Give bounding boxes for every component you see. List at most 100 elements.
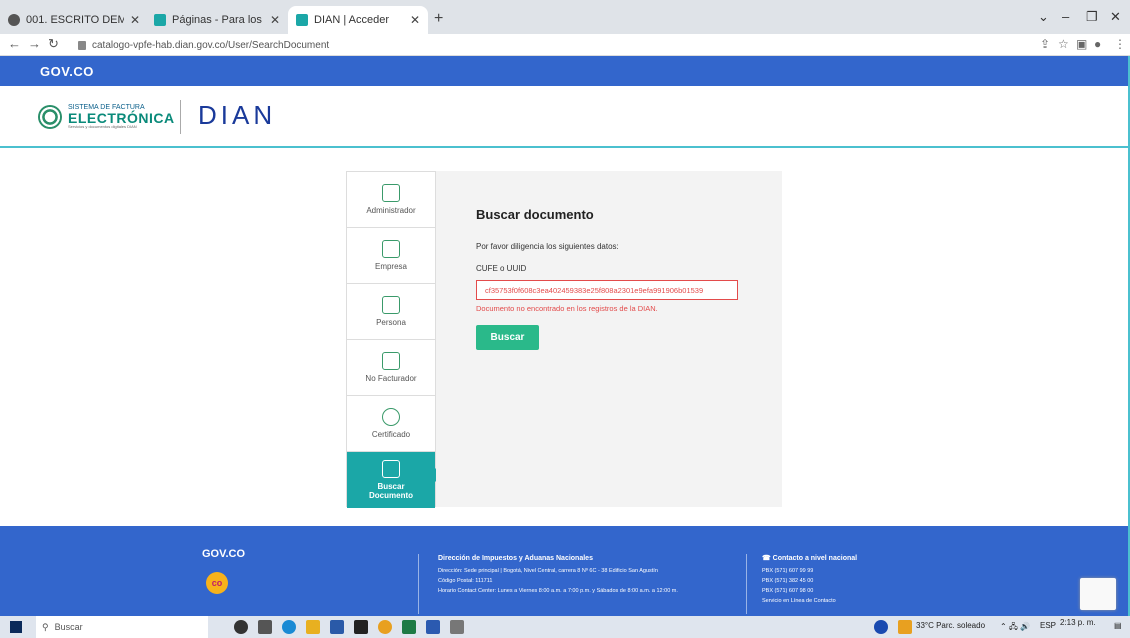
document-search-icon <box>382 460 400 478</box>
person-icon <box>382 296 400 314</box>
weather-text[interactable]: 33°C Parc. soleado <box>916 621 985 630</box>
browser-tab-compradores[interactable]: Páginas - Para los compradores ✕ <box>146 6 288 34</box>
notifications-icon[interactable]: ▤ <box>1114 621 1122 630</box>
excel-icon[interactable] <box>402 620 416 634</box>
page-title: Buscar documento <box>476 207 594 222</box>
logo-line2: ELECTRÓNICA <box>68 110 175 126</box>
menu-item-label: Buscar Documento <box>369 482 413 500</box>
menu-item-persona[interactable]: Persona <box>347 284 435 340</box>
no-invoicer-icon <box>382 352 400 370</box>
close-icon[interactable]: ✕ <box>130 13 140 27</box>
site-icon <box>296 14 308 26</box>
language-indicator[interactable]: ESP <box>1040 621 1056 630</box>
profile-icon[interactable]: ● <box>1094 37 1101 51</box>
word-icon[interactable] <box>426 620 440 634</box>
clock[interactable]: 2:13 p. m. <box>1060 618 1096 627</box>
footer-entity-info: Dirección de Impuestos y Aduanas Naciona… <box>438 554 728 596</box>
close-icon[interactable]: ✕ <box>410 13 420 27</box>
windows-start-icon[interactable] <box>10 621 22 633</box>
brand-header: SISTEMA DE FACTURA ELECTRÓNICA Servicios… <box>0 86 1128 148</box>
back-icon[interactable]: ← <box>8 36 21 51</box>
browser-tab-pdf[interactable]: 001. ESCRITO DEMANDA.pdf ✕ <box>0 6 148 34</box>
footer-postal: Código Postal: 111711 <box>438 578 493 584</box>
site-icon <box>154 14 166 26</box>
cufe-input[interactable] <box>476 280 738 300</box>
sidepanel-icon[interactable]: ▣ <box>1076 37 1087 51</box>
gov-header: GOV.CO <box>0 56 1128 86</box>
side-menu: Administrador Empresa Persona No Factura… <box>346 171 436 508</box>
maximize-button[interactable]: ❐ <box>1086 9 1098 25</box>
tab-title: DIAN | Acceder <box>314 14 389 26</box>
menu-item-label: No Facturador <box>365 374 417 383</box>
instructions-text: Por favor diligencia los siguientes dato… <box>476 242 619 251</box>
menu-item-empresa[interactable]: Empresa <box>347 228 435 284</box>
minimize-button[interactable]: – <box>1062 9 1069 24</box>
help-icon[interactable] <box>874 620 888 634</box>
footer-gov-logo[interactable]: GOV.CO <box>202 548 245 560</box>
share-icon[interactable]: ⇪ <box>1040 37 1050 51</box>
url-text: catalogo-vpfe-hab.dian.gov.co/User/Searc… <box>92 39 330 51</box>
new-tab-button[interactable]: + <box>434 10 443 28</box>
sistema-factura-logo[interactable]: SISTEMA DE FACTURA ELECTRÓNICA Servicios… <box>38 104 175 129</box>
chrome-icon[interactable] <box>378 620 392 634</box>
footer-address: Dirección: Sede principal | Bogotá, Nive… <box>438 568 658 574</box>
cufe-label: CUFE o UUID <box>476 264 527 273</box>
tab-title: 001. ESCRITO DEMANDA.pdf <box>26 14 124 26</box>
taskbar-search[interactable]: ⚲ Buscar <box>36 616 208 638</box>
weather-icon <box>898 620 912 634</box>
recaptcha-badge[interactable] <box>1080 578 1116 610</box>
store-icon[interactable] <box>330 620 344 634</box>
windows-taskbar: ⚲ Buscar 33°C Parc. soleado ⌃ 🖧 🔊 ESP 2:… <box>0 616 1130 638</box>
close-window-button[interactable]: ✕ <box>1110 9 1121 25</box>
gov-logo[interactable]: GOV.CO <box>40 64 94 79</box>
task-view-icon[interactable] <box>258 620 272 634</box>
close-icon[interactable]: ✕ <box>270 13 280 27</box>
edge-icon[interactable] <box>282 620 296 634</box>
logo-divider <box>180 100 181 134</box>
menu-item-no-facturador[interactable]: No Facturador <box>347 340 435 396</box>
footer-hours: Horario Contact Center: Lunes a Viernes … <box>438 588 678 594</box>
menu-item-buscar-documento[interactable]: Buscar Documento <box>347 452 435 508</box>
browser-toolbar: ← → ↻ catalogo-vpfe-hab.dian.gov.co/User… <box>0 34 1130 56</box>
menu-item-label: Empresa <box>374 262 407 271</box>
dian-logo[interactable]: DIAN <box>198 100 276 131</box>
menu-item-label: Administrador <box>366 206 416 215</box>
globe-icon <box>8 14 20 26</box>
file-explorer-icon[interactable] <box>306 620 320 634</box>
star-icon[interactable]: ☆ <box>1058 37 1069 51</box>
forward-icon[interactable]: → <box>28 36 41 51</box>
reload-icon[interactable]: ↻ <box>48 36 59 52</box>
mail-icon[interactable] <box>354 620 368 634</box>
certificate-icon <box>382 408 400 426</box>
footer-divider <box>418 554 419 614</box>
footer-entity-title: Dirección de Impuestos y Aduanas Naciona… <box>438 555 593 562</box>
footer-contact-title: Contacto a nivel nacional <box>772 555 858 562</box>
menu-item-certificado[interactable]: Certificado <box>347 396 435 452</box>
app-icon[interactable] <box>450 620 464 634</box>
phone-icon: ☎ <box>762 555 773 562</box>
browser-tab-dian[interactable]: DIAN | Acceder ✕ <box>288 6 428 34</box>
menu-item-label: Certificado <box>371 430 411 439</box>
factura-emblem-icon <box>38 104 62 129</box>
footer-pbx-1: PBX (571) 607 99 99 <box>762 568 814 574</box>
address-bar[interactable]: catalogo-vpfe-hab.dian.gov.co/User/Searc… <box>78 37 998 53</box>
footer-online-contact[interactable]: Servicio en Línea de Contacto <box>762 596 962 606</box>
menu-item-administrador[interactable]: Administrador <box>347 172 435 228</box>
browser-tab-strip: 001. ESCRITO DEMANDA.pdf ✕ Páginas - Par… <box>0 0 1130 34</box>
chevron-down-icon[interactable]: ⌄ <box>1038 9 1049 25</box>
footer-contact: ☎ Contacto a nivel nacional PBX (571) 60… <box>762 554 962 606</box>
footer-pbx-3: PBX (571) 607 98 00 <box>762 588 814 594</box>
search-document-card: Administrador Empresa Persona No Factura… <box>346 171 782 508</box>
menu-item-label: Persona <box>376 318 406 327</box>
tray-icons[interactable]: ⌃ 🖧 🔊 <box>1000 621 1030 635</box>
menu-icon[interactable]: ⋮ <box>1114 37 1126 51</box>
taskbar-search-label: Buscar <box>54 622 83 632</box>
company-icon <box>382 240 400 258</box>
administrator-icon <box>382 184 400 202</box>
cortana-icon[interactable] <box>234 620 248 634</box>
footer-pbx-2: PBX (571) 382 45 00 <box>762 578 814 584</box>
footer-divider <box>746 554 747 614</box>
search-button[interactable]: Buscar <box>476 325 539 350</box>
tab-title: Páginas - Para los compradores <box>172 14 264 26</box>
page-footer: GOV.CO co Dirección de Impuestos y Aduan… <box>0 526 1128 616</box>
